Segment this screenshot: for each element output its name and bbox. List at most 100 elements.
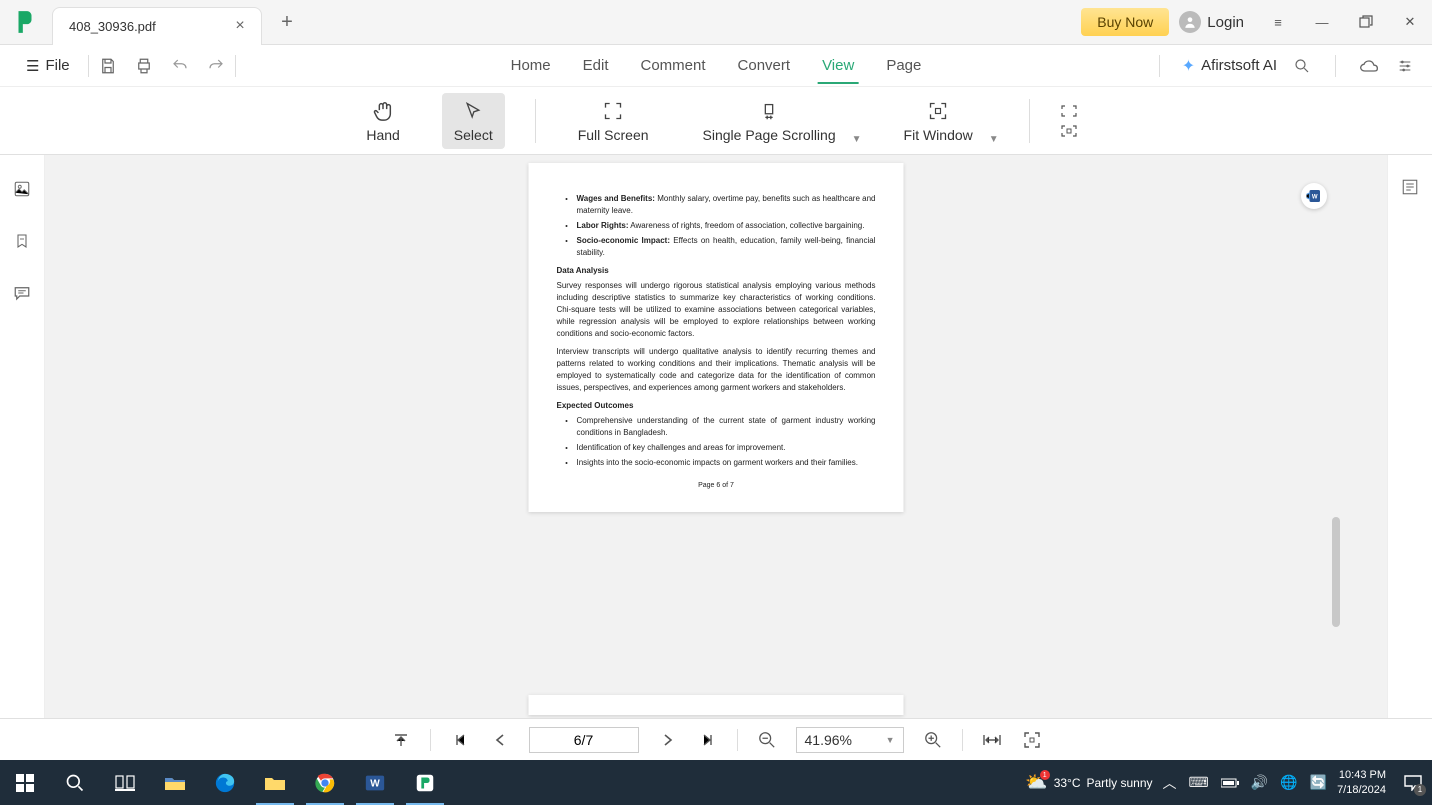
thumbnails-icon[interactable] bbox=[10, 177, 34, 201]
scrollbar-thumb[interactable] bbox=[1332, 517, 1340, 627]
start-button[interactable] bbox=[0, 760, 50, 805]
fit-page-icon[interactable] bbox=[1021, 729, 1043, 751]
file-explorer-icon[interactable] bbox=[150, 760, 200, 805]
zoom-out-icon[interactable] bbox=[756, 729, 778, 751]
bullet-list-a: Wages and Benefits: Monthly salary, over… bbox=[557, 193, 876, 259]
select-label: Select bbox=[454, 127, 493, 143]
ai-button[interactable]: ✦ Afirstsoft AI bbox=[1182, 56, 1277, 76]
document-canvas[interactable]: Wages and Benefits: Monthly salary, over… bbox=[45, 155, 1387, 760]
hand-tool[interactable]: Hand bbox=[354, 93, 411, 149]
settings-icon[interactable] bbox=[1394, 55, 1416, 77]
close-window-icon[interactable]: ✕ bbox=[1396, 8, 1424, 36]
menu-edit[interactable]: Edit bbox=[579, 49, 613, 82]
cloud-icon[interactable] bbox=[1358, 55, 1380, 77]
task-view-icon[interactable] bbox=[100, 760, 150, 805]
extra-view-icons[interactable] bbox=[1060, 104, 1078, 138]
fit-width-icon[interactable] bbox=[981, 729, 1003, 751]
menu-convert[interactable]: Convert bbox=[734, 49, 795, 82]
edge-icon[interactable] bbox=[200, 760, 250, 805]
properties-icon[interactable] bbox=[1398, 175, 1422, 199]
word-export-icon[interactable]: W bbox=[1301, 183, 1327, 209]
zoom-in-icon[interactable] bbox=[922, 729, 944, 751]
scroll-top-icon[interactable] bbox=[390, 729, 412, 751]
fit-window-dropdown[interactable]: Fit Window ▼ bbox=[892, 93, 999, 149]
tab-title: 408_30936.pdf bbox=[69, 19, 231, 34]
folder-icon[interactable] bbox=[250, 760, 300, 805]
keyboard-icon[interactable]: ⌨ bbox=[1189, 774, 1209, 791]
divider bbox=[1029, 99, 1030, 143]
comments-icon[interactable] bbox=[10, 281, 34, 305]
divider bbox=[535, 99, 536, 143]
workspace: Wages and Benefits: Monthly salary, over… bbox=[0, 155, 1432, 760]
menu-icon: ☰ bbox=[26, 57, 39, 75]
heading-outcomes: Expected Outcomes bbox=[557, 400, 876, 412]
redo-icon[interactable] bbox=[205, 55, 227, 77]
first-page-icon[interactable] bbox=[449, 729, 471, 751]
page-scrolling-dropdown[interactable]: Single Page Scrolling ▼ bbox=[691, 93, 862, 149]
divider bbox=[962, 729, 963, 751]
sync-icon[interactable]: 🔄 bbox=[1310, 774, 1327, 791]
fullscreen-tool[interactable]: Full Screen bbox=[566, 93, 661, 149]
expand-bottom-icon[interactable] bbox=[1060, 124, 1078, 138]
single-page-label: Single Page Scrolling bbox=[703, 127, 836, 143]
volume-icon[interactable]: 🔊 bbox=[1251, 774, 1268, 791]
menu-home[interactable]: Home bbox=[507, 49, 555, 82]
buy-now-button[interactable]: Buy Now bbox=[1081, 8, 1169, 36]
menu-comment[interactable]: Comment bbox=[637, 49, 710, 82]
menu-view[interactable]: View bbox=[818, 49, 858, 82]
restore-icon[interactable] bbox=[1352, 8, 1380, 36]
search-taskbar-icon[interactable] bbox=[50, 760, 100, 805]
pdf-page: Wages and Benefits: Monthly salary, over… bbox=[529, 163, 904, 512]
fullscreen-icon bbox=[603, 99, 623, 123]
page-input[interactable] bbox=[529, 727, 639, 753]
menubar: ☰ File Home Edit Comment Convert View Pa… bbox=[0, 45, 1432, 87]
search-icon[interactable] bbox=[1291, 55, 1313, 77]
tray-chevron-icon[interactable]: ︿ bbox=[1163, 773, 1177, 793]
pdf-app-icon[interactable] bbox=[400, 760, 450, 805]
login-button[interactable]: Login bbox=[1179, 11, 1244, 33]
close-tab-icon[interactable]: × bbox=[231, 17, 249, 35]
prev-page-icon[interactable] bbox=[489, 729, 511, 751]
bookmark-icon[interactable] bbox=[10, 229, 34, 253]
weather-widget[interactable]: ⛅1 33°C Partly sunny bbox=[1025, 772, 1152, 793]
bullet-label: Socio-economic Impact: bbox=[577, 236, 671, 245]
single-page-icon bbox=[758, 99, 780, 123]
battery-icon[interactable] bbox=[1221, 775, 1239, 791]
fullscreen-label: Full Screen bbox=[578, 127, 649, 143]
bullet-label: Wages and Benefits: bbox=[577, 194, 655, 203]
system-tray: ︿ ⌨ 🔊 🌐 🔄 bbox=[1163, 773, 1328, 793]
date: 7/18/2024 bbox=[1337, 783, 1386, 797]
hamburger-icon[interactable]: ≡ bbox=[1264, 8, 1292, 36]
notifications-icon[interactable]: 1 bbox=[1402, 772, 1424, 794]
chrome-icon[interactable] bbox=[300, 760, 350, 805]
left-sidebar bbox=[0, 155, 45, 760]
new-tab-button[interactable]: + bbox=[272, 7, 302, 37]
clock[interactable]: 10:43 PM 7/18/2024 bbox=[1337, 768, 1386, 797]
network-icon[interactable]: 🌐 bbox=[1280, 774, 1297, 791]
bullet-text: Insights into the socio-economic impacts… bbox=[577, 457, 876, 469]
main-menu: Home Edit Comment Convert View Page bbox=[507, 49, 926, 82]
undo-icon[interactable] bbox=[169, 55, 191, 77]
select-tool[interactable]: Select bbox=[442, 93, 505, 149]
print-icon[interactable] bbox=[133, 55, 155, 77]
last-page-icon[interactable] bbox=[697, 729, 719, 751]
right-sidebar bbox=[1387, 155, 1432, 760]
cursor-icon bbox=[463, 99, 483, 123]
document-tab[interactable]: 408_30936.pdf × bbox=[52, 7, 262, 45]
hand-icon bbox=[372, 99, 394, 123]
time: 10:43 PM bbox=[1339, 768, 1386, 782]
windows-taskbar: W ⛅1 33°C Partly sunny ︿ ⌨ 🔊 🌐 🔄 10:43 P… bbox=[0, 760, 1432, 805]
word-icon[interactable]: W bbox=[350, 760, 400, 805]
minimize-icon[interactable]: — bbox=[1308, 8, 1336, 36]
next-page-icon[interactable] bbox=[657, 729, 679, 751]
page-footer: Page 6 of 7 bbox=[557, 481, 876, 492]
menu-page[interactable]: Page bbox=[882, 49, 925, 82]
save-icon[interactable] bbox=[97, 55, 119, 77]
avatar-icon bbox=[1179, 11, 1201, 33]
expand-top-icon[interactable] bbox=[1060, 104, 1078, 118]
zoom-select[interactable]: 41.96% ▼ bbox=[796, 727, 904, 753]
bullet-label: Labor Rights: bbox=[577, 221, 629, 230]
file-menu[interactable]: ☰ File bbox=[16, 57, 80, 75]
file-label: File bbox=[45, 57, 69, 74]
divider bbox=[1159, 55, 1160, 77]
